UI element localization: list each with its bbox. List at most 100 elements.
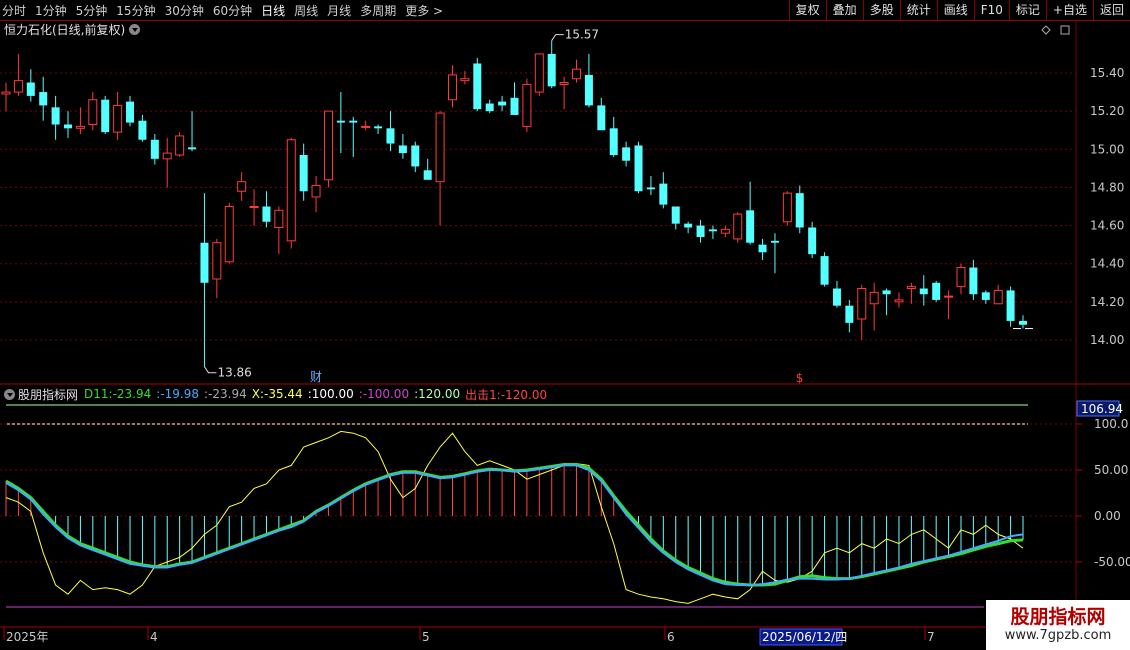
candle-body-up bbox=[733, 213, 743, 240]
price-label: 14.00 bbox=[1090, 333, 1124, 347]
candle-body-down bbox=[101, 99, 110, 133]
candle-body-down bbox=[200, 242, 209, 283]
candle-body-down bbox=[349, 120, 358, 123]
candle-body-up bbox=[460, 78, 470, 82]
candle-body-up bbox=[249, 206, 259, 208]
candle-body-down bbox=[299, 155, 308, 192]
candle-body-up bbox=[720, 228, 730, 234]
candle-body-up bbox=[522, 83, 532, 127]
candle-body-up bbox=[361, 125, 371, 128]
watermark-line2: www.7gpzb.com bbox=[1004, 628, 1112, 643]
candle-body-down bbox=[386, 128, 395, 144]
candle-body-down bbox=[820, 256, 829, 285]
candle-body-up bbox=[447, 74, 457, 101]
candle-body-up bbox=[782, 192, 792, 223]
candle-body-down bbox=[39, 92, 48, 106]
high-label: 15.57 bbox=[565, 28, 599, 42]
candle-body-down bbox=[336, 120, 345, 123]
candle-body-down bbox=[832, 288, 841, 306]
candle-body-up bbox=[894, 299, 904, 303]
price-label: 14.80 bbox=[1090, 180, 1124, 194]
indicator-axis-label: 100.0 bbox=[1094, 417, 1128, 431]
candle-body-down bbox=[919, 288, 928, 295]
candle-body-up bbox=[956, 267, 966, 288]
candle-body-down bbox=[26, 82, 35, 96]
price-label: 15.40 bbox=[1090, 66, 1124, 80]
candle-body-down bbox=[510, 97, 519, 115]
dividend-marker: $ bbox=[796, 371, 804, 385]
candle-body-up bbox=[944, 295, 954, 298]
date-label: 7 bbox=[927, 630, 935, 644]
diamond-icon bbox=[1041, 25, 1051, 35]
candle-body-down bbox=[398, 145, 407, 154]
candle-body-down bbox=[845, 305, 854, 323]
candle-body-down bbox=[262, 206, 271, 222]
chart-canvas[interactable]: 15.40 15.20 15.00 14.80 14.60 14.40 14.20 14.00… bbox=[0, 0, 1130, 650]
candle-body-down bbox=[969, 267, 978, 295]
candle-body-up bbox=[212, 242, 222, 280]
price-label: 15.00 bbox=[1090, 142, 1124, 156]
candle-body-down bbox=[64, 124, 73, 129]
candle-body-up bbox=[175, 135, 185, 156]
price-label: 14.60 bbox=[1090, 219, 1124, 233]
candle-body-down bbox=[646, 187, 655, 190]
indicator-axis-label: 50.00 bbox=[1094, 463, 1128, 477]
current-value: 106.94 bbox=[1081, 402, 1123, 416]
candle-body-up bbox=[572, 68, 582, 80]
candle-body-up bbox=[224, 206, 234, 263]
candle-body-up bbox=[88, 99, 98, 125]
candle-body-down bbox=[795, 193, 804, 228]
candle-body-down bbox=[622, 147, 631, 161]
candle-body-down bbox=[126, 101, 135, 123]
candle-body-down bbox=[758, 244, 767, 253]
box-icon bbox=[1060, 25, 1070, 35]
candle-body-down bbox=[150, 139, 159, 159]
selected-date: 2025/06/12/四 bbox=[762, 630, 847, 644]
candle-body-up bbox=[534, 53, 544, 93]
candle-body-down bbox=[696, 225, 705, 238]
candle-body-down bbox=[1019, 320, 1027, 325]
candle-body-down bbox=[1006, 290, 1015, 321]
candle-body-down bbox=[981, 292, 990, 300]
candle-body-down bbox=[485, 103, 494, 112]
candle-body-up bbox=[857, 288, 867, 320]
high-marker bbox=[551, 34, 564, 41]
date-label: 2025年 bbox=[6, 630, 49, 644]
candle-body-down bbox=[51, 107, 60, 125]
candle-body-down bbox=[188, 147, 197, 150]
candle-body-down bbox=[808, 227, 817, 255]
candle-body-up bbox=[75, 125, 85, 129]
earnings-marker: 财 bbox=[310, 370, 322, 384]
candle-body-up bbox=[13, 80, 23, 93]
date-label: 6 bbox=[667, 630, 675, 644]
candle-body-up bbox=[559, 82, 569, 85]
price-label: 14.20 bbox=[1090, 295, 1124, 309]
price-label: 14.40 bbox=[1090, 257, 1124, 271]
candle-body-down bbox=[770, 240, 779, 243]
candle-body-down bbox=[498, 101, 507, 106]
indicator-axis-label: -50.00 bbox=[1094, 555, 1130, 569]
candle-body-down bbox=[411, 145, 420, 167]
x-line bbox=[5, 430, 1024, 604]
candle-body-up bbox=[311, 185, 321, 198]
candle-body-up bbox=[435, 112, 445, 183]
candle-body-down bbox=[547, 53, 556, 87]
candle-body-down bbox=[423, 170, 432, 180]
watermark-logo: 股朋指标网 www.7gpzb.com bbox=[986, 600, 1130, 650]
watermark-line1: 股朋指标网 bbox=[1010, 606, 1106, 628]
candle-body-down bbox=[138, 120, 147, 140]
low-label: 13.86 bbox=[217, 366, 251, 380]
candle-body-up bbox=[1, 91, 11, 95]
candle-body-down bbox=[932, 282, 941, 300]
candle-body-up bbox=[993, 289, 1003, 305]
candle-body-up bbox=[869, 291, 879, 305]
candle-body-down bbox=[708, 229, 717, 232]
date-label: 4 bbox=[150, 630, 158, 644]
candle-body-down bbox=[671, 206, 680, 224]
candle-body-down bbox=[882, 290, 891, 295]
candle-body-up bbox=[237, 181, 247, 192]
candle-body-down bbox=[684, 223, 693, 228]
candle-body-up bbox=[274, 209, 284, 228]
candle-body-down bbox=[659, 183, 668, 205]
indicator-axis-label: 0.00 bbox=[1094, 509, 1121, 523]
